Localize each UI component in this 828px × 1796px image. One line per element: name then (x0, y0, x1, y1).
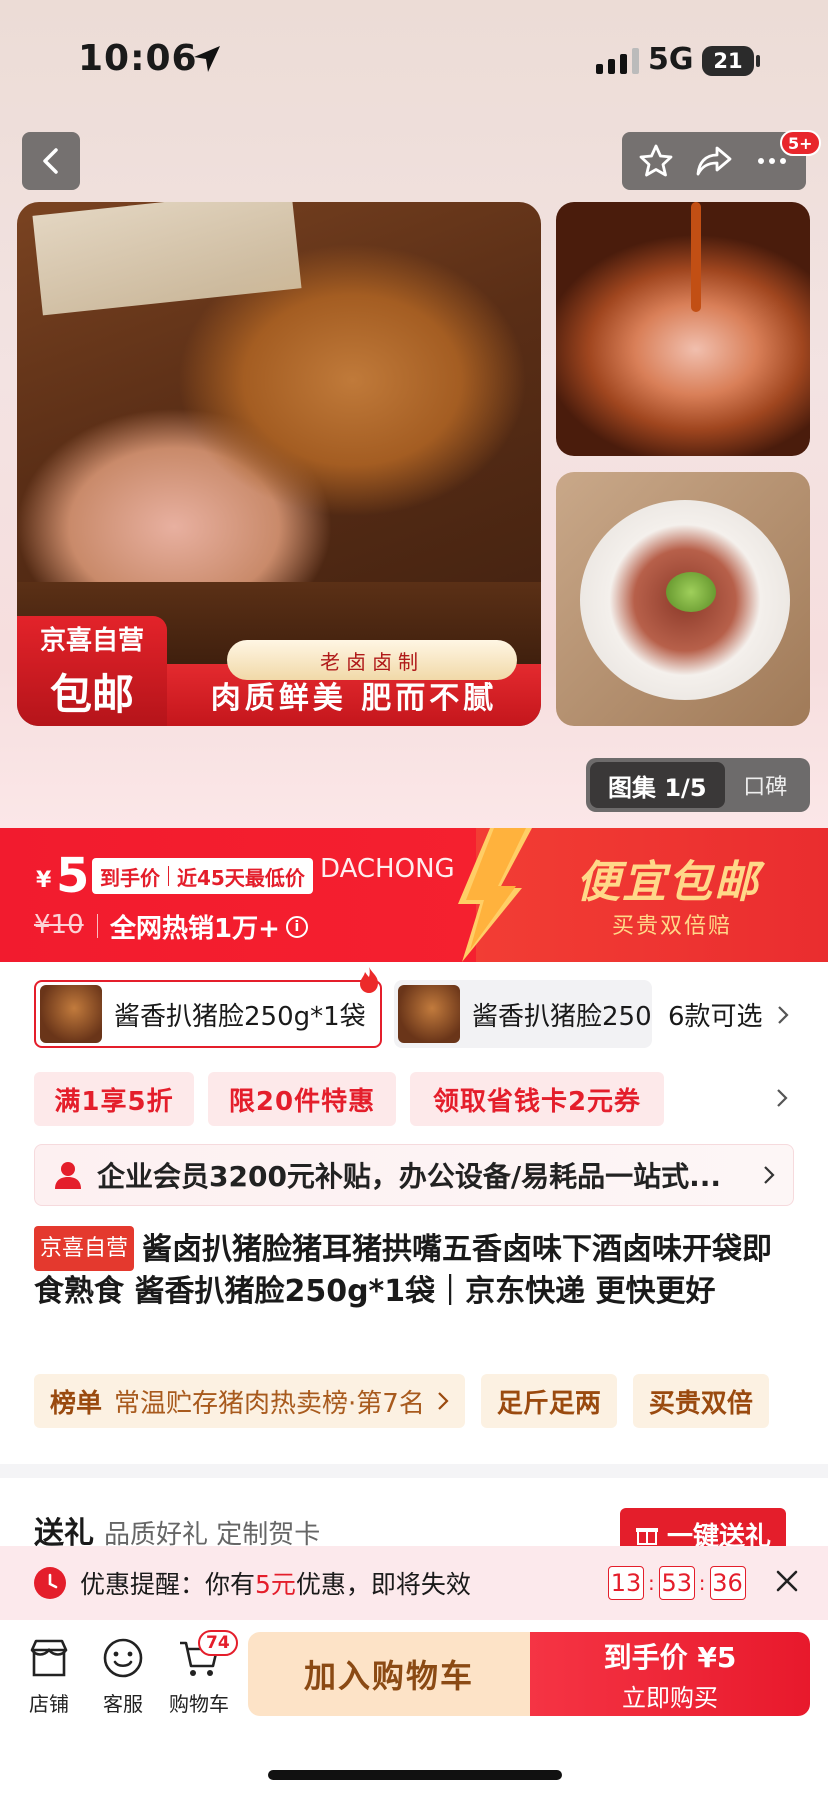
timer-colon: : (648, 1571, 655, 1595)
price-amount: 5 (56, 848, 90, 904)
reminder-prefix: 优惠提醒：你有 (80, 1570, 256, 1599)
signal-icon (596, 48, 639, 74)
promo-subtitle: 买贵双倍赔 (612, 914, 733, 939)
store-icon (30, 1639, 68, 1677)
ranking-value: 常温贮存猪肉热卖榜·第7名 (114, 1388, 425, 1419)
feature-chip[interactable]: 买贵双倍 (632, 1374, 769, 1428)
tab-service[interactable]: 客服 (88, 1636, 158, 1717)
chevron-right-icon (438, 1392, 449, 1410)
enterprise-member-banner[interactable]: 企业会员3200元补贴，办公设备/易耗品一站式... (34, 1144, 794, 1206)
close-icon[interactable] (774, 1568, 800, 1594)
timer-seconds: 36 (709, 1566, 746, 1600)
chevron-right-icon[interactable] (776, 1088, 788, 1108)
tab-gallery[interactable]: 图集 1/5 (590, 762, 725, 808)
original-price: ¥10 (34, 910, 84, 940)
section-divider (0, 1464, 828, 1478)
variant-label: 酱香扒猪脸250 (472, 1001, 652, 1032)
buy-now-price: 到手价 ¥5 (603, 1640, 737, 1674)
cart-count-badge: 74 (198, 1630, 238, 1656)
ranking-label: 榜单 (50, 1388, 103, 1419)
coupon-discount[interactable]: 满1享5折 (34, 1072, 194, 1126)
customer-service-icon (103, 1638, 143, 1678)
self-operated-tag: 京喜自营 (34, 1226, 135, 1271)
tab-cart-label: 购物车 (169, 1692, 229, 1716)
countdown-timer: 13 : 53 : 36 (608, 1566, 746, 1600)
product-title: 京喜自营 酱卤扒猪脸猪耳猪拱嘴五香卤味下酒卤味开袋即食熟食 酱香扒猪脸250g*1… (34, 1226, 794, 1312)
image-slogan-tag: 老卤卤制 (227, 640, 517, 680)
location-arrow-icon (194, 46, 220, 72)
price-tag-divider (168, 866, 169, 886)
info-icon[interactable]: i (285, 915, 308, 938)
buy-now-label: 立即购买 (622, 1683, 718, 1712)
tab-service-label: 客服 (103, 1692, 143, 1716)
add-to-cart-button[interactable]: 加入购物车 (248, 1632, 530, 1716)
tab-store-label: 店铺 (29, 1692, 69, 1716)
product-main-image[interactable]: 京喜自营 包邮 肉质鲜美 肥而不腻 老卤卤制 (17, 202, 541, 726)
timer-hours: 13 (608, 1566, 644, 1600)
share-icon[interactable] (695, 143, 733, 179)
herb-decor (666, 572, 716, 612)
price-tag-desc: 近45天最低价 (177, 865, 305, 890)
gift-icon (635, 1528, 658, 1545)
user-icon (55, 1162, 81, 1189)
watermark: DACHONG (320, 854, 455, 884)
variant-option[interactable]: 酱香扒猪脸250 (394, 980, 652, 1048)
product-side-image-2[interactable] (556, 472, 810, 726)
reminder-amount: 5元 (255, 1570, 296, 1599)
sales-divider (97, 914, 98, 938)
jingxi-badge: 京喜自营 包邮 (17, 616, 167, 726)
variant-label: 酱香扒猪脸250g*1袋 (114, 1001, 366, 1032)
variant-more-label: 6款可选 (668, 1002, 763, 1032)
home-indicator[interactable] (268, 1770, 562, 1780)
back-button[interactable] (22, 132, 80, 190)
star-icon[interactable] (638, 143, 674, 179)
clock-icon (34, 1567, 66, 1599)
member-banner-text: 企业会员3200元补贴，办公设备/易耗品一站式... (97, 1160, 722, 1193)
chevron-right-icon (764, 1166, 775, 1184)
network-label: 5G (648, 42, 694, 77)
battery-cap (756, 55, 760, 67)
price-tag: 到手价 近45天最低价 (92, 858, 313, 894)
feature-chip[interactable]: 足斤足两 (480, 1374, 617, 1428)
reminder-text: 优惠提醒：你有5元优惠，即将失效 (80, 1565, 471, 1601)
nav-actions (622, 132, 806, 190)
variant-thumbnail (40, 985, 102, 1043)
variant-thumbnail (398, 985, 460, 1043)
reminder-suffix: 优惠，即将失效 (295, 1570, 471, 1599)
jingxi-badge-line2: 包邮 (49, 670, 134, 719)
chevron-right-icon (777, 1005, 789, 1024)
variant-option-selected[interactable]: 酱香扒猪脸250g*1袋 (34, 980, 382, 1048)
chevron-left-icon (43, 148, 58, 174)
sales-text: 全网热销1万+ (110, 914, 280, 944)
price-tag-label: 到手价 (100, 865, 160, 890)
sales-info: 全网热销1万+ i (110, 908, 308, 945)
gallery-switch: 图集 1/5 口碑 (586, 758, 810, 812)
rank-row: 榜单 常温贮存猪肉热卖榜·第7名 足斤足两 买贵双倍 (34, 1374, 769, 1428)
battery-icon: 21 (702, 46, 754, 76)
tab-store[interactable]: 店铺 (14, 1636, 84, 1717)
product-side-image-1[interactable] (556, 202, 810, 456)
product-title-text: 酱卤扒猪脸猪耳猪拱嘴五香卤味下酒卤味开袋即食熟食 酱香扒猪脸250g*1袋｜京东… (34, 1232, 773, 1309)
promo-title: 便宜包邮 (576, 857, 760, 908)
hot-fire-icon (360, 967, 378, 993)
coupon-savings-card[interactable]: 领取省钱卡2元券 (410, 1072, 664, 1126)
buy-now-button[interactable]: 到手价 ¥5 立即购买 (530, 1632, 810, 1716)
jingxi-badge-line1: 京喜自营 (39, 626, 144, 656)
timer-colon: : (698, 1571, 706, 1595)
timer-minutes: 53 (658, 1566, 695, 1600)
message-badge: 5+ (780, 130, 821, 156)
image-paper-decor (32, 202, 302, 316)
status-time: 10:06 (78, 38, 198, 79)
ranking-chip[interactable]: 榜单 常温贮存猪肉热卖榜·第7名 (34, 1374, 465, 1428)
tab-reviews[interactable]: 口碑 (725, 769, 806, 801)
price-currency: ¥ (36, 868, 52, 893)
coupon-limited[interactable]: 限20件特惠 (208, 1072, 396, 1126)
lightning-icon (458, 828, 532, 962)
sauce-drip-decor (691, 202, 701, 312)
price-banner: ¥ 5 到手价 近45天最低价 DACHONG ¥10 全网热销1万+ i 便宜… (0, 828, 828, 962)
variant-more-button[interactable]: 6款可选 (668, 996, 789, 1033)
